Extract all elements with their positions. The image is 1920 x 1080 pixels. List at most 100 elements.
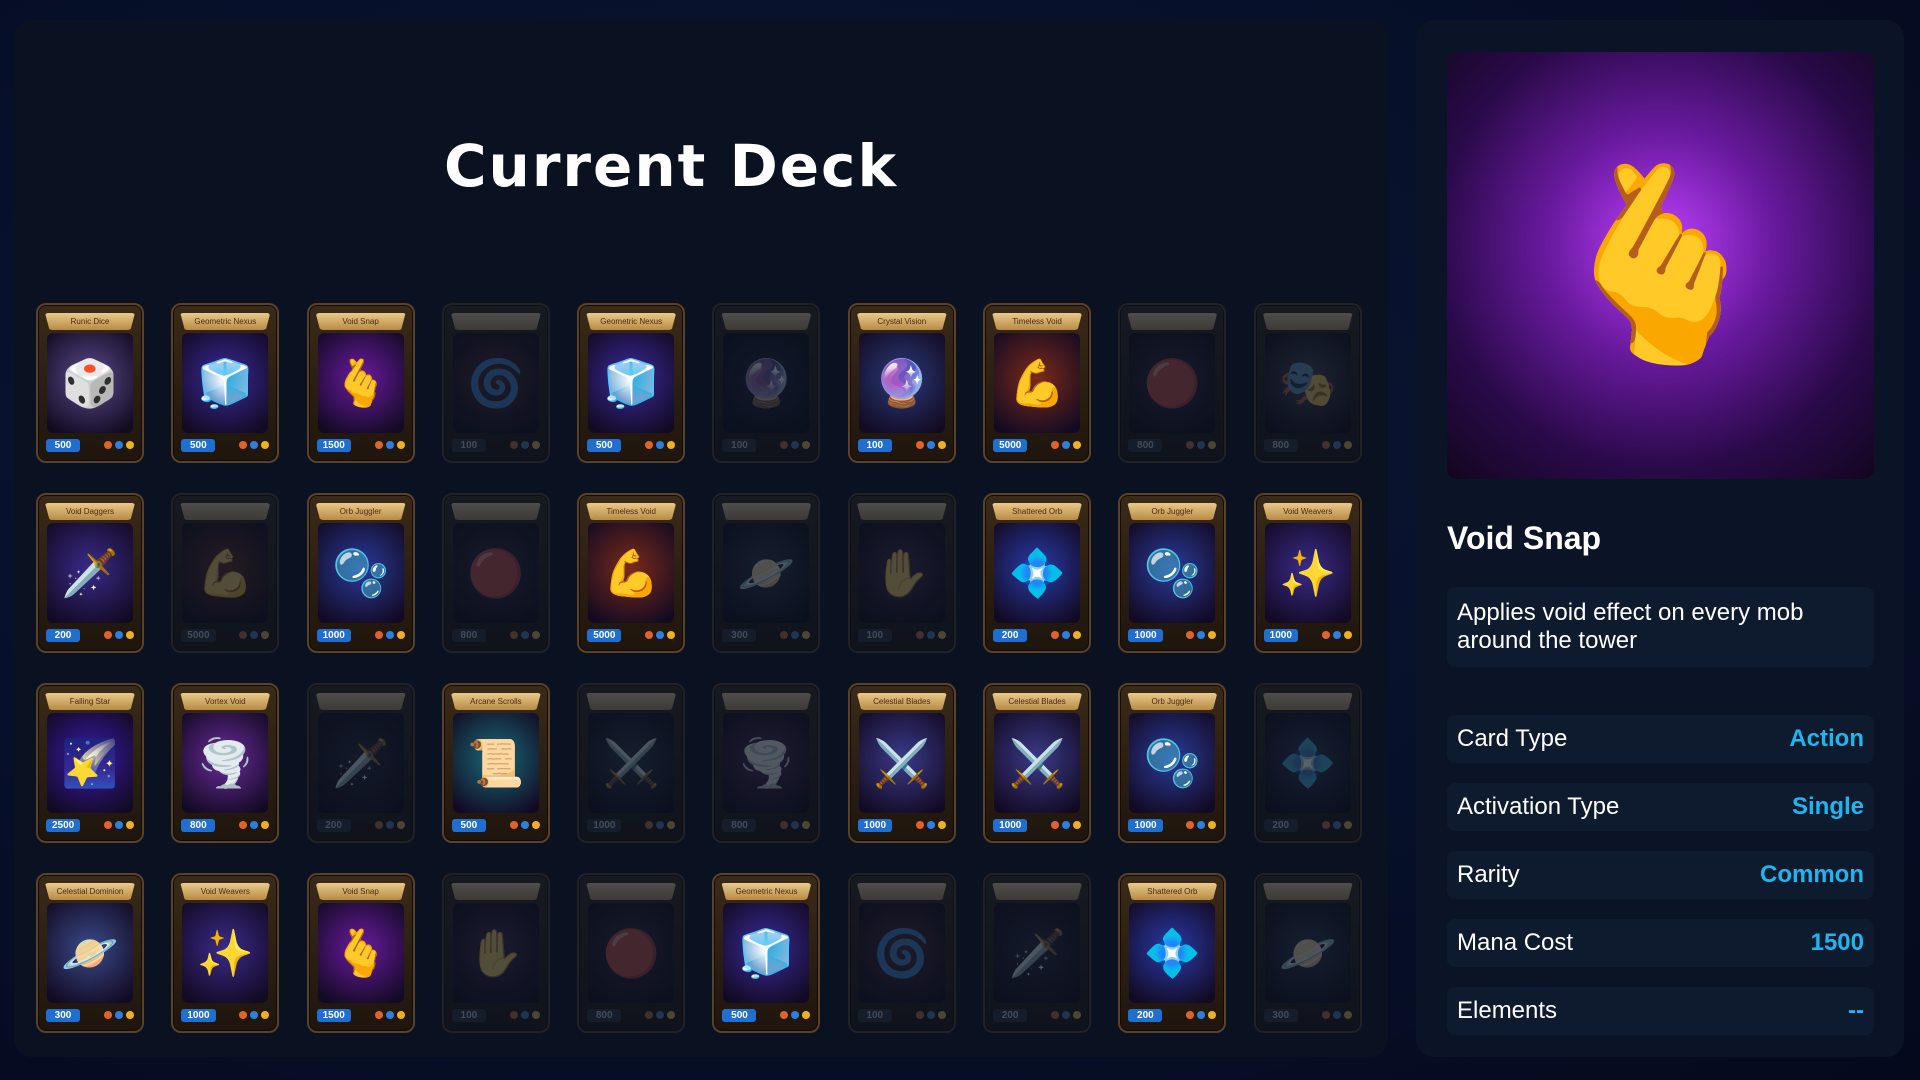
light-element-icon: [1343, 631, 1352, 639]
element-icons: [104, 1011, 134, 1019]
card-footer: 1000: [857, 817, 946, 833]
deck-card[interactable]: Void Snap 🫰 1500: [306, 873, 415, 1033]
deck-card[interactable]: 🪐 300: [712, 493, 821, 653]
vortex-icon: 🌪️: [737, 736, 796, 789]
stat-label: Rarity: [1457, 861, 1520, 888]
element-icons: [509, 631, 540, 639]
deck-card[interactable]: 🗡️ 200: [983, 873, 1092, 1033]
deck-card[interactable]: 🔮 100: [712, 303, 821, 463]
deck-card[interactable]: Falling Star 🌠 2500: [36, 683, 144, 843]
deck-card[interactable]: 🗡️ 200: [306, 683, 415, 843]
deck-card[interactable]: 💠 200: [1253, 683, 1362, 843]
falling-star-icon: 🌠: [61, 736, 119, 789]
card-footer: 200: [1263, 817, 1352, 833]
water-element-icon: [1062, 631, 1071, 639]
water-element-icon: [1197, 441, 1206, 449]
fire-element-icon: [1186, 821, 1195, 829]
mana-cost-badge: 2500: [46, 818, 81, 832]
deck-card[interactable]: Geometric Nexus 🧊 500: [171, 303, 280, 463]
fire-element-icon: [1321, 441, 1330, 449]
deck-card[interactable]: Timeless Void 💪 5000: [577, 493, 686, 653]
deck-card[interactable]: Shattered Orb 💠 200: [983, 493, 1092, 653]
deck-card[interactable]: Celestial Blades ⚔️ 1000: [847, 683, 956, 843]
fire-element-icon: [645, 441, 654, 449]
card-footer: 500: [46, 437, 134, 453]
card-grid: Runic Dice 🎲 500 Geometric Nexus 🧊 500 Void Sn…: [36, 303, 1362, 1033]
deck-card[interactable]: 🔴 800: [1118, 303, 1227, 463]
deck-card[interactable]: Orb Juggler 🫧 1000: [1118, 493, 1227, 653]
mana-cost-badge: 100: [722, 438, 757, 452]
card-art: 🪐: [723, 523, 810, 623]
element-icons: [374, 631, 405, 639]
deck-card[interactable]: 🌪️ 800: [712, 683, 821, 843]
deck-card[interactable]: Geometric Nexus 🧊 500: [577, 303, 686, 463]
card-name-banner: [856, 503, 947, 520]
light-element-icon: [1073, 631, 1082, 639]
light-element-icon: [1073, 1011, 1082, 1019]
deck-card[interactable]: Geometric Nexus 🧊 500: [712, 873, 821, 1033]
card-footer: 800: [587, 1007, 676, 1023]
hand-icon: ✋: [873, 546, 931, 599]
stat-row: Activation Type Single: [1447, 783, 1874, 831]
deck-card[interactable]: Runic Dice 🎲 500: [36, 303, 144, 463]
mana-cost-badge: 800: [1128, 438, 1163, 452]
light-element-icon: [1343, 821, 1352, 829]
deck-card[interactable]: Void Weavers ✨ 1000: [171, 873, 280, 1033]
deck-card[interactable]: Orb Juggler 🫧 1000: [306, 493, 415, 653]
deck-card[interactable]: Orb Juggler 🫧 1000: [1118, 683, 1227, 843]
light-element-icon: [531, 1011, 540, 1019]
light-element-icon: [261, 631, 270, 639]
card-art: 💪: [588, 523, 675, 623]
deck-card[interactable]: Void Daggers 🗡️ 200: [36, 493, 144, 653]
deck-card[interactable]: Arcane Scrolls 📜 500: [441, 683, 550, 843]
light-element-icon: [1208, 441, 1217, 449]
deck-card[interactable]: 💪 5000: [171, 493, 280, 653]
deck-card[interactable]: ✋ 100: [441, 873, 550, 1033]
card-name-banner: [1262, 313, 1353, 330]
vortex-icon: 🌪️: [196, 736, 254, 789]
deck-card[interactable]: Crystal Vision 🔮 100: [847, 303, 956, 463]
mana-cost-badge: 300: [46, 1008, 80, 1022]
fire-element-icon: [1321, 631, 1330, 639]
mana-cost-badge: 5000: [993, 438, 1028, 452]
deck-card[interactable]: ⚔️ 1000: [577, 683, 686, 843]
element-icons: [780, 631, 811, 639]
snap-hand-icon: 🫰: [331, 356, 390, 409]
element-icons: [1186, 821, 1217, 829]
mana-cost-badge: 800: [1263, 438, 1298, 452]
deck-card[interactable]: 🪐 300: [1253, 873, 1362, 1033]
stat-row: Mana Cost 1500: [1447, 919, 1874, 967]
deck-card[interactable]: ✋ 100: [847, 493, 956, 653]
card-footer: 800: [181, 817, 270, 833]
deck-card[interactable]: 🎭 800: [1253, 303, 1362, 463]
deck-card[interactable]: Void Snap 🫰 1500: [306, 303, 415, 463]
deck-card[interactable]: 🌀 100: [847, 873, 956, 1033]
card-footer: 300: [46, 1007, 134, 1023]
deck-panel: Current Deck Runic Dice 🎲 500 Geometric Nex…: [14, 20, 1388, 1057]
deck-card[interactable]: Timeless Void 💪 5000: [983, 303, 1092, 463]
deck-card[interactable]: Vortex Void 🌪️ 800: [171, 683, 280, 843]
water-element-icon: [115, 821, 123, 829]
card-footer: 100: [722, 437, 811, 453]
fire-element-icon: [104, 1011, 112, 1019]
card-name-banner: Crystal Vision: [856, 313, 947, 330]
card-name-banner: Celestial Blades: [992, 693, 1083, 710]
fire-element-icon: [239, 631, 248, 639]
deck-card[interactable]: 🌀 100: [441, 303, 550, 463]
card-footer: 1000: [993, 817, 1082, 833]
deck-card[interactable]: Shattered Orb 💠 200: [1118, 873, 1227, 1033]
card-footer: 500: [181, 437, 270, 453]
deck-card[interactable]: Celestial Dominion 🪐 300: [36, 873, 144, 1033]
spiral-icon: 🌀: [467, 356, 525, 409]
deck-card[interactable]: 🔴 800: [441, 493, 550, 653]
card-name-banner: [180, 503, 271, 520]
deck-card[interactable]: 🔴 800: [577, 873, 686, 1033]
light-element-icon: [1208, 631, 1217, 639]
shattered-orb-icon: 💠: [1143, 926, 1202, 979]
card-name-banner: Falling Star: [45, 693, 135, 710]
mana-cost-badge: 1000: [1263, 628, 1298, 642]
deck-card[interactable]: Void Weavers ✨ 1000: [1253, 493, 1362, 653]
deck-card[interactable]: Celestial Blades ⚔️ 1000: [983, 683, 1092, 843]
mana-cost-badge: 200: [1263, 818, 1298, 832]
planet-icon: 🪐: [1279, 926, 1337, 979]
